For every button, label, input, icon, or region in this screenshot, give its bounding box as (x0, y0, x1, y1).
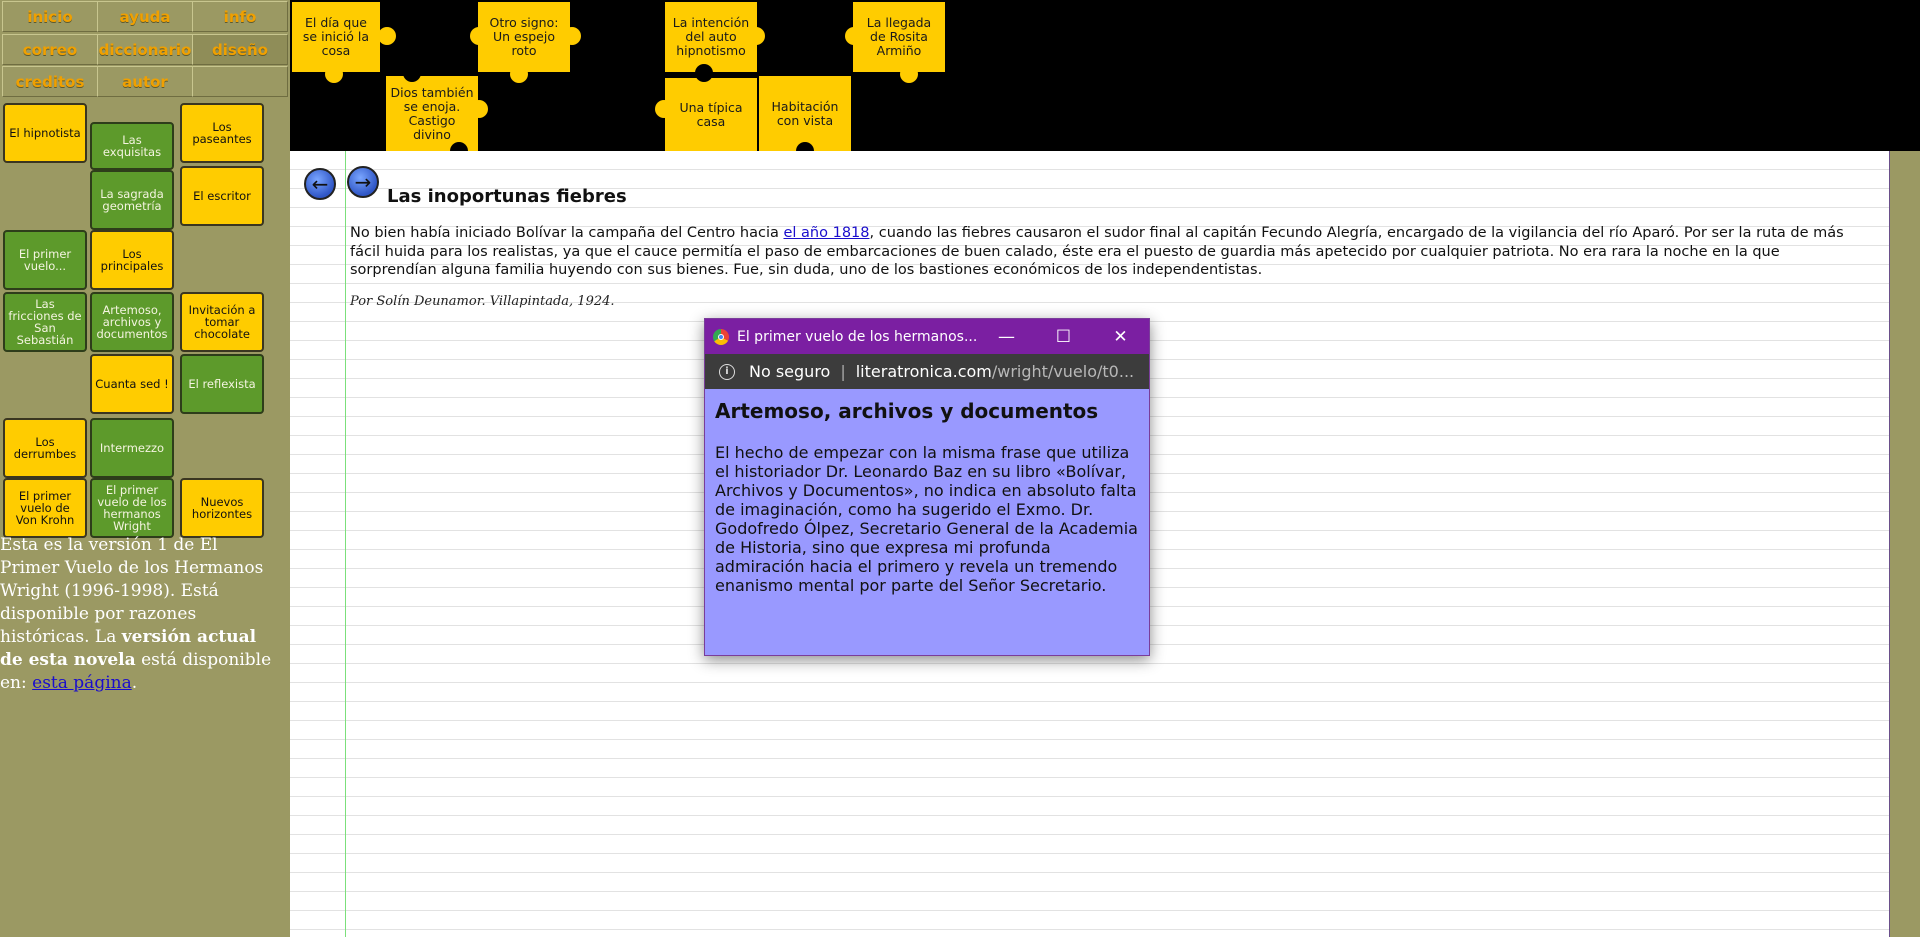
author-signature: Por Solín Deunamor. Villapintada, 1924. (350, 294, 615, 309)
puzzle-knob (378, 27, 396, 45)
piece-label: Los principales (100, 247, 164, 273)
sidebar: inicio ayuda info correo diccionario dis… (0, 0, 292, 937)
piece-label: El reflexista (188, 377, 256, 391)
piece-el-reflexista[interactable]: El reflexista (180, 354, 264, 414)
piece-label: Invitación a tomar chocolate (188, 303, 256, 341)
nav-ayuda[interactable]: ayuda (97, 1, 193, 32)
piece-label: Artemoso, archivos y documentos (96, 303, 168, 341)
current-version-link[interactable]: esta página (32, 673, 132, 693)
year-1818-link[interactable]: el año 1818 (783, 225, 869, 241)
url-path: /wright/vuelo/t0... (991, 362, 1135, 381)
chapter-otro-signo[interactable]: Otro signo: Un espejo roto (478, 2, 570, 72)
chapter-intencion-auto-hipnotismo[interactable]: La intención del auto hipnotismo (665, 2, 757, 72)
popup-window-title: El primer vuelo de los hermanos... (737, 328, 978, 345)
piece-label: El hipnotista (9, 126, 81, 140)
chapter-llegada-rosita[interactable]: La llegada de Rosita Armiño (853, 2, 945, 72)
piece-el-escritor[interactable]: El escritor (180, 166, 264, 226)
piece-label: Las exquisitas (102, 133, 162, 159)
piece-label: El primer vuelo de los hermanos Wright (97, 483, 167, 533)
popup-content: Artemoso, archivos y documentos El hecho… (705, 389, 1149, 605)
nav-info[interactable]: info (192, 1, 288, 32)
info-icon[interactable]: i (719, 363, 735, 380)
piece-label: Habitación con vista (771, 98, 839, 128)
chapter-text: No bien había iniciado Bolívar la campañ… (350, 224, 1850, 280)
piece-label: Los derrumbes (13, 435, 77, 461)
security-label: No seguro (749, 362, 831, 381)
piece-artemoso[interactable]: Artemoso, archivos y documentos (90, 292, 174, 352)
popup-window: El primer vuelo de los hermanos... — ☐ ✕… (704, 318, 1150, 656)
version-note-end: . (131, 673, 138, 693)
url-host: literatronica.com (855, 362, 992, 381)
chapter-dios-tambien[interactable]: Dios también se enoja. Castigo divino (386, 76, 478, 151)
piece-el-primer-vuelo[interactable]: El primer vuelo... (3, 230, 87, 290)
popup-titlebar[interactable]: El primer vuelo de los hermanos... — ☐ ✕ (705, 319, 1149, 354)
popup-text: El hecho de empezar con la misma frase q… (715, 443, 1138, 595)
piece-label: Intermezzo (99, 441, 165, 455)
piece-label: Nuevos horizontes (191, 495, 253, 521)
piece-intermezzo[interactable]: Intermezzo (90, 418, 174, 478)
minimize-button[interactable]: — (978, 319, 1035, 354)
nav-correo[interactable]: correo (2, 34, 98, 65)
popup-heading: Artemoso, archivos y documentos (715, 399, 1099, 423)
piece-label: Las fricciones de San Sebastián (8, 297, 82, 347)
nav-empty (192, 66, 288, 97)
piece-label: El primer vuelo... (18, 247, 72, 273)
piece-los-principales[interactable]: Los principales (90, 230, 174, 290)
piece-las-exquisitas[interactable]: Las exquisitas (90, 122, 174, 170)
piece-label: La sagrada geometría (100, 187, 164, 213)
piece-nuevos-horizontes[interactable]: Nuevos horizontes (180, 478, 264, 538)
piece-invitacion-chocolate[interactable]: Invitación a tomar chocolate (180, 292, 264, 352)
piece-cuanta-sed[interactable]: Cuanta sed ! (90, 354, 174, 414)
chapter-puzzle-strip: El día que se inició la cosa Otro signo:… (290, 0, 1920, 160)
previous-arrow-icon[interactable]: ← (304, 168, 336, 200)
piece-las-fricciones[interactable]: Las fricciones de San Sebastián (3, 292, 87, 352)
piece-label: Dios también se enoja. Castigo divino (390, 84, 474, 142)
piece-label: El día que se inició la cosa (302, 15, 370, 58)
nav-inicio[interactable]: inicio (2, 1, 98, 32)
chapter-title: Las inoportunas fiebres (387, 186, 627, 207)
next-arrow-icon[interactable]: → (347, 166, 379, 198)
piece-hermanos-wright[interactable]: El primer vuelo de los hermanos Wright (90, 478, 174, 538)
puzzle-knob (695, 64, 713, 82)
nav-creditos[interactable]: creditos (2, 66, 98, 97)
close-button[interactable]: ✕ (1092, 319, 1149, 354)
piece-label: La intención del auto hipnotismo (672, 15, 750, 58)
chapter-text-part: No bien había iniciado Bolívar la campañ… (350, 225, 784, 241)
address-separator: | (840, 362, 846, 381)
piece-la-sagrada-geometria[interactable]: La sagrada geometría (90, 170, 174, 230)
nav-diseno[interactable]: diseño (192, 34, 288, 65)
page-border (1889, 151, 1890, 937)
popup-address-bar[interactable]: i No seguro | literatronica.com/wright/v… (705, 354, 1149, 389)
nav-autor[interactable]: autor (97, 66, 193, 97)
margin-line (345, 151, 346, 937)
chrome-icon (713, 328, 729, 345)
piece-von-krohn[interactable]: El primer vuelo de Von Krohn (3, 478, 87, 538)
chapter-una-tipica-casa[interactable]: Una típica casa (665, 78, 757, 151)
piece-label: Otro signo: Un espejo roto (489, 15, 559, 58)
nav-diccionario[interactable]: diccionario (97, 34, 193, 65)
piece-label: Los paseantes (192, 120, 252, 146)
version-note: Esta es la versión 1 de El Primer Vuelo … (0, 534, 280, 695)
piece-label: El escritor (193, 189, 251, 203)
maximize-button[interactable]: ☐ (1035, 319, 1092, 354)
chapter-habitacion-con-vista[interactable]: Habitación con vista (759, 76, 851, 151)
piece-los-derrumbes[interactable]: Los derrumbes (3, 418, 87, 478)
piece-label: Cuanta sed ! (95, 377, 169, 391)
piece-el-hipnotista[interactable]: El hipnotista (3, 103, 87, 163)
puzzle-knob (403, 64, 421, 82)
piece-label: Una típica casa (679, 99, 743, 129)
piece-label: La llegada de Rosita Armiño (866, 15, 932, 58)
chapter-el-dia-que[interactable]: El día que se inició la cosa (292, 2, 380, 72)
piece-label: El primer vuelo de Von Krohn (15, 489, 75, 527)
piece-los-paseantes[interactable]: Los paseantes (180, 103, 264, 163)
